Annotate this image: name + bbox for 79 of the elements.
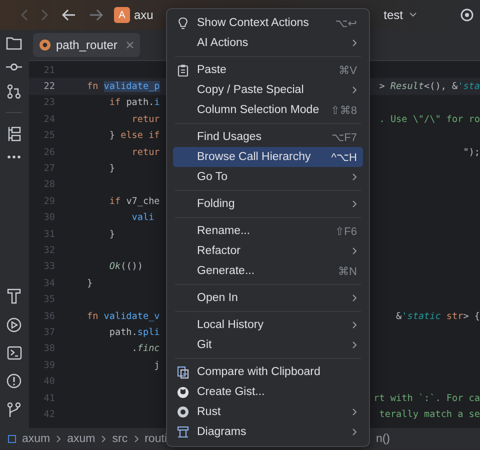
code-text: > Result<(), &'sta — [379, 81, 480, 92]
menu-item[interactable]: AI Actions — [173, 33, 363, 53]
menu-item[interactable]: Rust — [173, 402, 363, 422]
run-icon[interactable] — [6, 317, 22, 333]
module-icon — [8, 435, 16, 443]
code-text: } — [108, 163, 115, 174]
menu-item[interactable]: Browse Call Hierarchy ^⌥H — [173, 147, 363, 167]
diagram-icon — [177, 426, 189, 438]
menu-item[interactable]: Show Context Actions ⌥↩ — [173, 13, 363, 33]
pull-request-icon[interactable] — [7, 84, 21, 99]
shortcut-label: ^⌥H — [331, 150, 357, 164]
menu-item[interactable]: Local History — [173, 315, 363, 335]
shortcut-label: ⌘N — [338, 264, 357, 278]
bulb-icon — [177, 16, 189, 30]
editor-tab[interactable]: path_router — [33, 33, 140, 57]
code-text: if path.i — [108, 97, 160, 108]
shortcut-label: ⌘V — [338, 64, 357, 76]
code-text: .finc — [130, 343, 160, 354]
line-number: 22 — [42, 81, 55, 92]
code-text: } — [108, 228, 115, 240]
code-text: . Use \"/\" for ro — [379, 114, 480, 125]
close-icon[interactable] — [126, 41, 134, 49]
menu-item[interactable]: Open In — [173, 288, 363, 308]
shortcut-label: ⇧⌘8 — [330, 104, 357, 116]
breadcrumb-item[interactable]: routi — [144, 433, 167, 445]
breadcrumb-item[interactable]: axum — [22, 433, 50, 445]
menu-item[interactable]: Find Usages ⌥F7 — [173, 127, 363, 147]
code-text: retur — [130, 146, 160, 158]
caret-icon — [409, 12, 417, 18]
cat-icon — [177, 386, 189, 398]
menu-item[interactable]: Diagrams — [173, 422, 363, 442]
back-arrow-icon[interactable] — [62, 9, 76, 21]
code-text: if v7_che — [108, 196, 160, 207]
code-text: Ok(()) — [108, 261, 143, 272]
code-text: "); — [463, 146, 480, 158]
code-text: vali — [130, 212, 154, 224]
forward-arrow-icon[interactable] — [89, 9, 103, 21]
shortcut-label: ⌥↩ — [335, 16, 357, 30]
code-text: terally match a se — [379, 408, 480, 420]
menu-item[interactable]: Copy / Paste Special — [173, 80, 363, 100]
git-branch-icon[interactable] — [7, 402, 21, 418]
more-icon[interactable] — [7, 155, 21, 159]
menu-item[interactable]: Column Selection Mode ⇧⌘8 — [173, 100, 363, 120]
project-badge: A — [114, 7, 130, 23]
code-text: path.spli — [108, 326, 160, 338]
breadcrumb-item[interactable]: axum — [67, 433, 96, 445]
chevron-right-icon — [101, 435, 106, 443]
menu-item[interactable]: Generate... ⌘N — [173, 261, 363, 281]
menu-item[interactable]: Rename... ⇧F6 — [173, 221, 363, 241]
breadcrumb-item[interactable]: src — [112, 433, 128, 445]
menu-item[interactable]: Create Gist... — [173, 382, 363, 402]
chevron-right-icon — [134, 435, 139, 443]
compare-icon — [177, 366, 189, 378]
chevron-right-icon — [56, 435, 62, 443]
menu-item[interactable]: Folding — [173, 194, 363, 214]
shortcut-label: ⇧F6 — [334, 224, 357, 238]
code-text: fn validate_p — [87, 81, 160, 92]
code-text: rt with `:`. For ca — [374, 392, 480, 404]
problems-icon[interactable] — [6, 373, 22, 389]
project-name[interactable]: axu — [134, 8, 154, 22]
code-text: fn validate_v — [87, 310, 160, 322]
menu-item[interactable]: Paste ⌘V — [173, 60, 363, 80]
terminal-icon[interactable] — [6, 346, 22, 360]
code-text: j — [153, 360, 160, 371]
structure-icon[interactable] — [7, 126, 21, 142]
menu-item[interactable]: Go To — [173, 167, 363, 187]
menu-item[interactable]: Git — [173, 335, 363, 355]
menu-item[interactable]: Refactor — [173, 241, 363, 261]
breadcrumb-item[interactable]: n() — [376, 433, 390, 445]
menu-item[interactable]: Compare with Clipboard — [173, 362, 363, 382]
commit-icon[interactable] — [6, 63, 22, 71]
shortcut-label: ⌥F7 — [331, 130, 357, 144]
code-text: &'static str> { — [396, 310, 480, 322]
folder-icon[interactable] — [6, 36, 22, 50]
clipboard-icon — [177, 64, 189, 76]
run-config-dropdown[interactable]: test — [380, 6, 421, 24]
code-text: } — [87, 278, 93, 289]
code-text: } else if — [108, 130, 160, 142]
code-text: retur — [130, 114, 160, 125]
